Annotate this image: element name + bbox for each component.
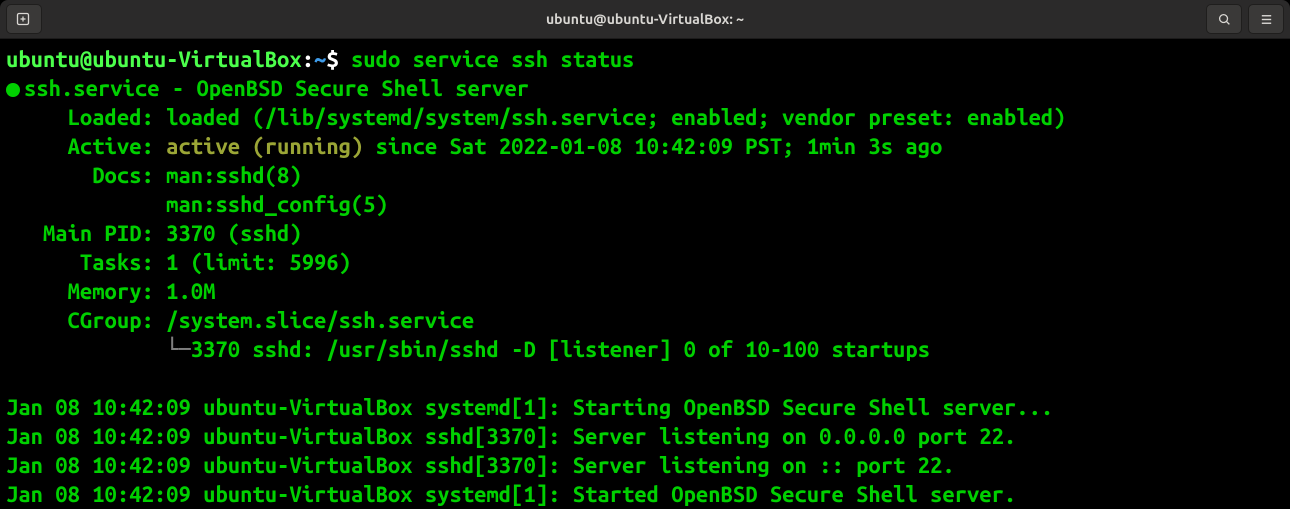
memory-label: Memory:	[6, 279, 166, 304]
tasks-label: Tasks:	[6, 250, 166, 275]
cgroup-value: /system.slice/ssh.service	[166, 308, 474, 333]
search-icon	[1217, 12, 1232, 27]
terminal-content: ubuntu@ubuntu-VirtualBox:~$ sudo service…	[6, 45, 1284, 509]
tree-line: 3370 sshd: /usr/sbin/sshd -D [listener] …	[191, 337, 930, 362]
window-title: ubuntu@ubuntu-VirtualBox: ~	[0, 11, 1290, 27]
prompt-sep: :	[302, 47, 314, 72]
mainpid-value: 3370 (sshd)	[166, 221, 302, 246]
hamburger-icon	[1259, 12, 1274, 27]
tree-char: └─	[166, 337, 191, 362]
log-line-4: Jan 08 10:42:09 ubuntu-VirtualBox system…	[6, 482, 1016, 507]
search-button[interactable]	[1206, 4, 1242, 34]
window-titlebar: ubuntu@ubuntu-VirtualBox: ~	[0, 0, 1290, 39]
cgroup-label: CGroup:	[6, 308, 166, 333]
prompt-cwd: ~	[314, 47, 326, 72]
loaded-value: loaded (/lib/systemd/system/ssh.service;…	[166, 105, 1065, 130]
log-line-1: Jan 08 10:42:09 ubuntu-VirtualBox system…	[6, 395, 1053, 420]
tree-indent	[6, 337, 166, 362]
service-header: ssh.service - OpenBSD Secure Shell serve…	[24, 76, 529, 101]
loaded-label: Loaded:	[6, 105, 166, 130]
status-dot-icon	[6, 83, 20, 97]
log-line-3: Jan 08 10:42:09 ubuntu-VirtualBox sshd[3…	[6, 453, 955, 478]
active-value: active (running)	[166, 134, 363, 159]
prompt-userhost: ubuntu@ubuntu-VirtualBox	[6, 47, 302, 72]
active-label: Active:	[6, 134, 166, 159]
docs-label: Docs:	[6, 163, 166, 188]
mainpid-label: Main PID:	[6, 221, 166, 246]
terminal-viewport[interactable]: ubuntu@ubuntu-VirtualBox:~$ sudo service…	[0, 39, 1290, 509]
hamburger-menu-button[interactable]	[1248, 4, 1284, 34]
new-tab-icon	[16, 11, 32, 27]
docs2-indent	[6, 192, 166, 217]
command-text: sudo service ssh status	[351, 47, 634, 72]
log-line-2: Jan 08 10:42:09 ubuntu-VirtualBox sshd[3…	[6, 424, 1016, 449]
docs1: man:sshd(8)	[166, 163, 302, 188]
prompt-dollar: $	[326, 47, 351, 72]
new-tab-button[interactable]	[6, 4, 42, 34]
active-since: since Sat 2022-01-08 10:42:09 PST; 1min …	[363, 134, 942, 159]
memory-value: 1.0M	[166, 279, 215, 304]
docs2: man:sshd_config(5)	[166, 192, 388, 217]
tasks-value: 1 (limit: 5996)	[166, 250, 351, 275]
